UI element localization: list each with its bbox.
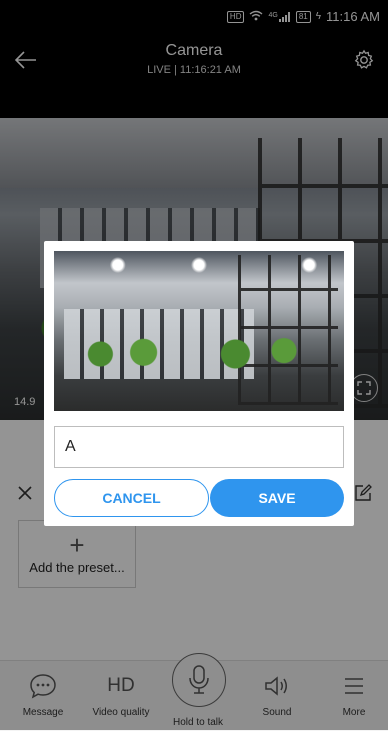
snapshot-plants bbox=[68, 337, 338, 371]
save-preset-dialog: CANCEL SAVE bbox=[44, 241, 354, 526]
snapshot-shelf bbox=[238, 255, 338, 405]
save-button[interactable]: SAVE bbox=[210, 479, 344, 517]
cancel-button[interactable]: CANCEL bbox=[54, 479, 209, 517]
preset-name-input[interactable] bbox=[54, 426, 344, 468]
preset-snapshot-image bbox=[54, 251, 344, 411]
